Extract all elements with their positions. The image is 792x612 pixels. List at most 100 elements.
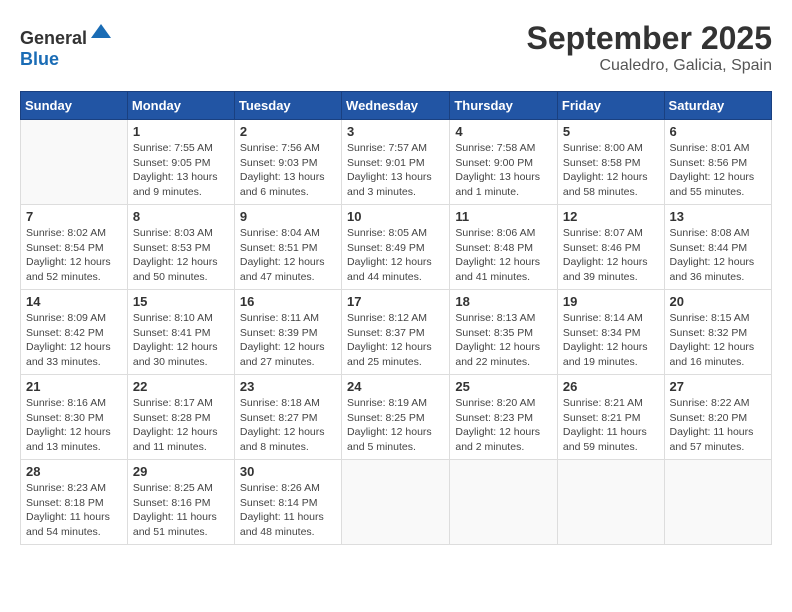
day-info: Sunrise: 8:18 AMSunset: 8:27 PMDaylight:… [240, 396, 336, 455]
day-number: 13 [670, 209, 766, 224]
day-info: Sunrise: 8:21 AMSunset: 8:21 PMDaylight:… [563, 396, 659, 455]
column-header-sunday: Sunday [21, 92, 128, 120]
day-number: 23 [240, 379, 336, 394]
calendar-cell: 30Sunrise: 8:26 AMSunset: 8:14 PMDayligh… [234, 460, 341, 545]
calendar-cell [557, 460, 664, 545]
calendar-cell: 1 Sunrise: 7:55 AMSunset: 9:05 PMDaylight… [127, 120, 234, 205]
logo-icon [89, 20, 113, 44]
day-number: 2 [240, 124, 336, 139]
calendar-cell: 19 Sunrise: 8:14 AMSunset: 8:34 PMDayligh… [557, 290, 664, 375]
logo-blue: Blue [20, 49, 59, 69]
calendar-cell: 11 Sunrise: 8:06 AMSunset: 8:48 PMDayligh… [450, 205, 558, 290]
day-number: 16 [240, 294, 336, 309]
day-number: 12 [563, 209, 659, 224]
calendar-cell: 29Sunrise: 8:25 AMSunset: 8:16 PMDayligh… [127, 460, 234, 545]
day-info: Sunrise: 8:09 AMSunset: 8:42 PMDaylight:… [26, 311, 122, 370]
day-info: Sunrise: 8:04 AMSunset: 8:51 PMDaylight:… [240, 226, 336, 285]
day-number: 1 [133, 124, 229, 139]
calendar-cell [450, 460, 558, 545]
calendar-cell: 6 Sunrise: 8:01 AMSunset: 8:56 PMDaylight… [664, 120, 771, 205]
calendar-cell: 4Sunrise: 7:58 AMSunset: 9:00 PMDaylight… [450, 120, 558, 205]
day-info: Sunrise: 8:20 AMSunset: 8:23 PMDaylight:… [455, 396, 552, 455]
week-row-4: 21 Sunrise: 8:16 AMSunset: 8:30 PMDayligh… [21, 375, 772, 460]
day-number: 14 [26, 294, 122, 309]
calendar-cell: 9 Sunrise: 8:04 AMSunset: 8:51 PMDaylight… [234, 205, 341, 290]
week-row-3: 14 Sunrise: 8:09 AMSunset: 8:42 PMDayligh… [21, 290, 772, 375]
calendar-cell: 26 Sunrise: 8:21 AMSunset: 8:21 PMDayligh… [557, 375, 664, 460]
day-info: Sunrise: 8:02 AMSunset: 8:54 PMDaylight:… [26, 226, 122, 285]
day-number: 10 [347, 209, 444, 224]
day-number: 11 [455, 209, 552, 224]
logo-text: General Blue [20, 20, 113, 70]
column-header-wednesday: Wednesday [342, 92, 450, 120]
month-title: September 2025 [527, 20, 772, 57]
day-info: Sunrise: 8:19 AMSunset: 8:25 PMDaylight:… [347, 396, 444, 455]
day-info: Sunrise: 8:11 AMSunset: 8:39 PMDaylight:… [240, 311, 336, 370]
day-number: 28 [26, 464, 122, 479]
day-info: Sunrise: 7:58 AMSunset: 9:00 PMDaylight:… [455, 141, 552, 200]
day-number: 20 [670, 294, 766, 309]
header-row: SundayMondayTuesdayWednesdayThursdayFrid… [21, 92, 772, 120]
day-number: 5 [563, 124, 659, 139]
day-info: Sunrise: 8:06 AMSunset: 8:48 PMDaylight:… [455, 226, 552, 285]
calendar-cell: 12Sunrise: 8:07 AMSunset: 8:46 PMDayligh… [557, 205, 664, 290]
calendar-cell: 21 Sunrise: 8:16 AMSunset: 8:30 PMDayligh… [21, 375, 128, 460]
calendar-cell: 5 Sunrise: 8:00 AMSunset: 8:58 PMDaylight… [557, 120, 664, 205]
day-info: Sunrise: 8:13 AMSunset: 8:35 PMDaylight:… [455, 311, 552, 370]
calendar-cell [664, 460, 771, 545]
day-info: Sunrise: 8:12 AMSunset: 8:37 PMDaylight:… [347, 311, 444, 370]
day-number: 18 [455, 294, 552, 309]
day-number: 3 [347, 124, 444, 139]
day-info: Sunrise: 8:23 AMSunset: 8:18 PMDaylight:… [26, 481, 122, 540]
day-number: 6 [670, 124, 766, 139]
calendar-cell: 2 Sunrise: 7:56 AMSunset: 9:03 PMDaylight… [234, 120, 341, 205]
day-number: 17 [347, 294, 444, 309]
calendar-cell: 10 Sunrise: 8:05 AMSunset: 8:49 PMDayligh… [342, 205, 450, 290]
day-info: Sunrise: 8:05 AMSunset: 8:49 PMDaylight:… [347, 226, 444, 285]
day-info: Sunrise: 8:25 AMSunset: 8:16 PMDaylight:… [133, 481, 229, 540]
day-info: Sunrise: 7:56 AMSunset: 9:03 PMDaylight:… [240, 141, 336, 200]
calendar-cell [21, 120, 128, 205]
day-number: 7 [26, 209, 122, 224]
calendar-cell: 27 Sunrise: 8:22 AMSunset: 8:20 PMDayligh… [664, 375, 771, 460]
day-number: 8 [133, 209, 229, 224]
day-number: 9 [240, 209, 336, 224]
day-number: 26 [563, 379, 659, 394]
day-info: Sunrise: 8:15 AMSunset: 8:32 PMDaylight:… [670, 311, 766, 370]
column-header-monday: Monday [127, 92, 234, 120]
calendar-cell: 18 Sunrise: 8:13 AMSunset: 8:35 PMDayligh… [450, 290, 558, 375]
day-info: Sunrise: 8:08 AMSunset: 8:44 PMDaylight:… [670, 226, 766, 285]
logo-general: General [20, 28, 87, 48]
day-info: Sunrise: 8:01 AMSunset: 8:56 PMDaylight:… [670, 141, 766, 200]
calendar-table: SundayMondayTuesdayWednesdayThursdayFrid… [20, 91, 772, 545]
calendar-cell: 15Sunrise: 8:10 AMSunset: 8:41 PMDayligh… [127, 290, 234, 375]
title-area: September 2025 Cualedro, Galicia, Spain [527, 20, 772, 75]
calendar-cell: 14 Sunrise: 8:09 AMSunset: 8:42 PMDayligh… [21, 290, 128, 375]
week-row-5: 28 Sunrise: 8:23 AMSunset: 8:18 PMDayligh… [21, 460, 772, 545]
calendar-cell [342, 460, 450, 545]
calendar-cell: 24 Sunrise: 8:19 AMSunset: 8:25 PMDayligh… [342, 375, 450, 460]
calendar-cell: 13 Sunrise: 8:08 AMSunset: 8:44 PMDayligh… [664, 205, 771, 290]
day-number: 24 [347, 379, 444, 394]
day-number: 22 [133, 379, 229, 394]
day-info: Sunrise: 7:57 AMSunset: 9:01 PMDaylight:… [347, 141, 444, 200]
calendar-cell: 23 Sunrise: 8:18 AMSunset: 8:27 PMDayligh… [234, 375, 341, 460]
page-header: General Blue September 2025 Cualedro, Ga… [20, 20, 772, 75]
day-info: Sunrise: 7:55 AMSunset: 9:05 PMDaylight:… [133, 141, 229, 200]
day-number: 27 [670, 379, 766, 394]
calendar-cell: 17 Sunrise: 8:12 AMSunset: 8:37 PMDayligh… [342, 290, 450, 375]
day-number: 21 [26, 379, 122, 394]
logo: General Blue [20, 20, 113, 70]
calendar-cell: 7 Sunrise: 8:02 AMSunset: 8:54 PMDaylight… [21, 205, 128, 290]
day-info: Sunrise: 8:14 AMSunset: 8:34 PMDaylight:… [563, 311, 659, 370]
calendar-cell: 25Sunrise: 8:20 AMSunset: 8:23 PMDayligh… [450, 375, 558, 460]
day-number: 30 [240, 464, 336, 479]
day-info: Sunrise: 8:22 AMSunset: 8:20 PMDaylight:… [670, 396, 766, 455]
day-number: 19 [563, 294, 659, 309]
day-number: 15 [133, 294, 229, 309]
column-header-saturday: Saturday [664, 92, 771, 120]
day-info: Sunrise: 8:16 AMSunset: 8:30 PMDaylight:… [26, 396, 122, 455]
column-header-thursday: Thursday [450, 92, 558, 120]
location: Cualedro, Galicia, Spain [527, 57, 772, 75]
day-info: Sunrise: 8:00 AMSunset: 8:58 PMDaylight:… [563, 141, 659, 200]
